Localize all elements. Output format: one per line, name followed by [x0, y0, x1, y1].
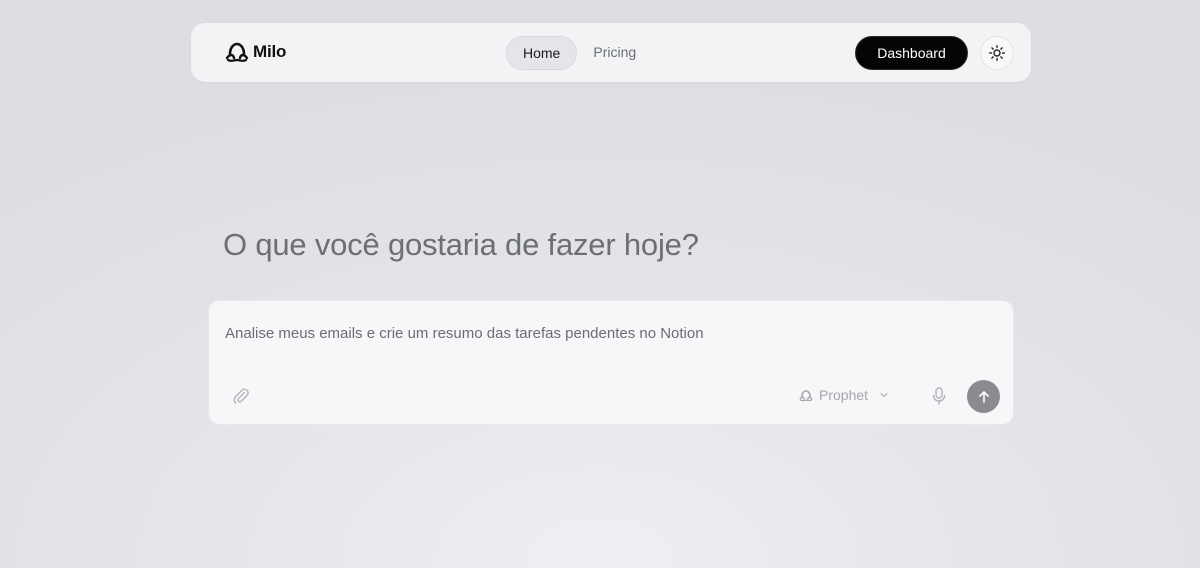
send-button[interactable] — [967, 380, 1000, 413]
page-headline: O que você gostaria de fazer hoje? — [223, 227, 699, 262]
mic-icon — [932, 387, 946, 405]
prompt-input[interactable] — [225, 325, 995, 342]
brand-logo[interactable]: Milo — [225, 41, 286, 63]
attach-button[interactable] — [231, 386, 251, 406]
top-navbar: Milo Home Pricing Dashboard — [191, 23, 1031, 82]
chevron-down-icon — [880, 392, 888, 398]
model-selector[interactable]: Prophet — [799, 387, 890, 403]
model-name-label: Prophet — [819, 387, 869, 403]
paperclip-icon — [233, 388, 249, 404]
dashboard-button[interactable]: Dashboard — [855, 36, 968, 70]
voice-input-button[interactable] — [931, 386, 947, 406]
sun-icon — [989, 45, 1005, 61]
nav-home-link[interactable]: Home — [506, 36, 578, 70]
milo-logo-icon — [225, 42, 249, 62]
milo-model-icon — [799, 389, 813, 401]
primary-nav: Home Pricing — [506, 36, 652, 70]
arrow-up-icon — [978, 390, 989, 403]
prompt-composer: Prophet — [208, 300, 1014, 425]
brand-name: Milo — [253, 42, 287, 61]
theme-toggle-button[interactable] — [980, 36, 1014, 70]
nav-pricing-link[interactable]: Pricing — [577, 36, 652, 70]
